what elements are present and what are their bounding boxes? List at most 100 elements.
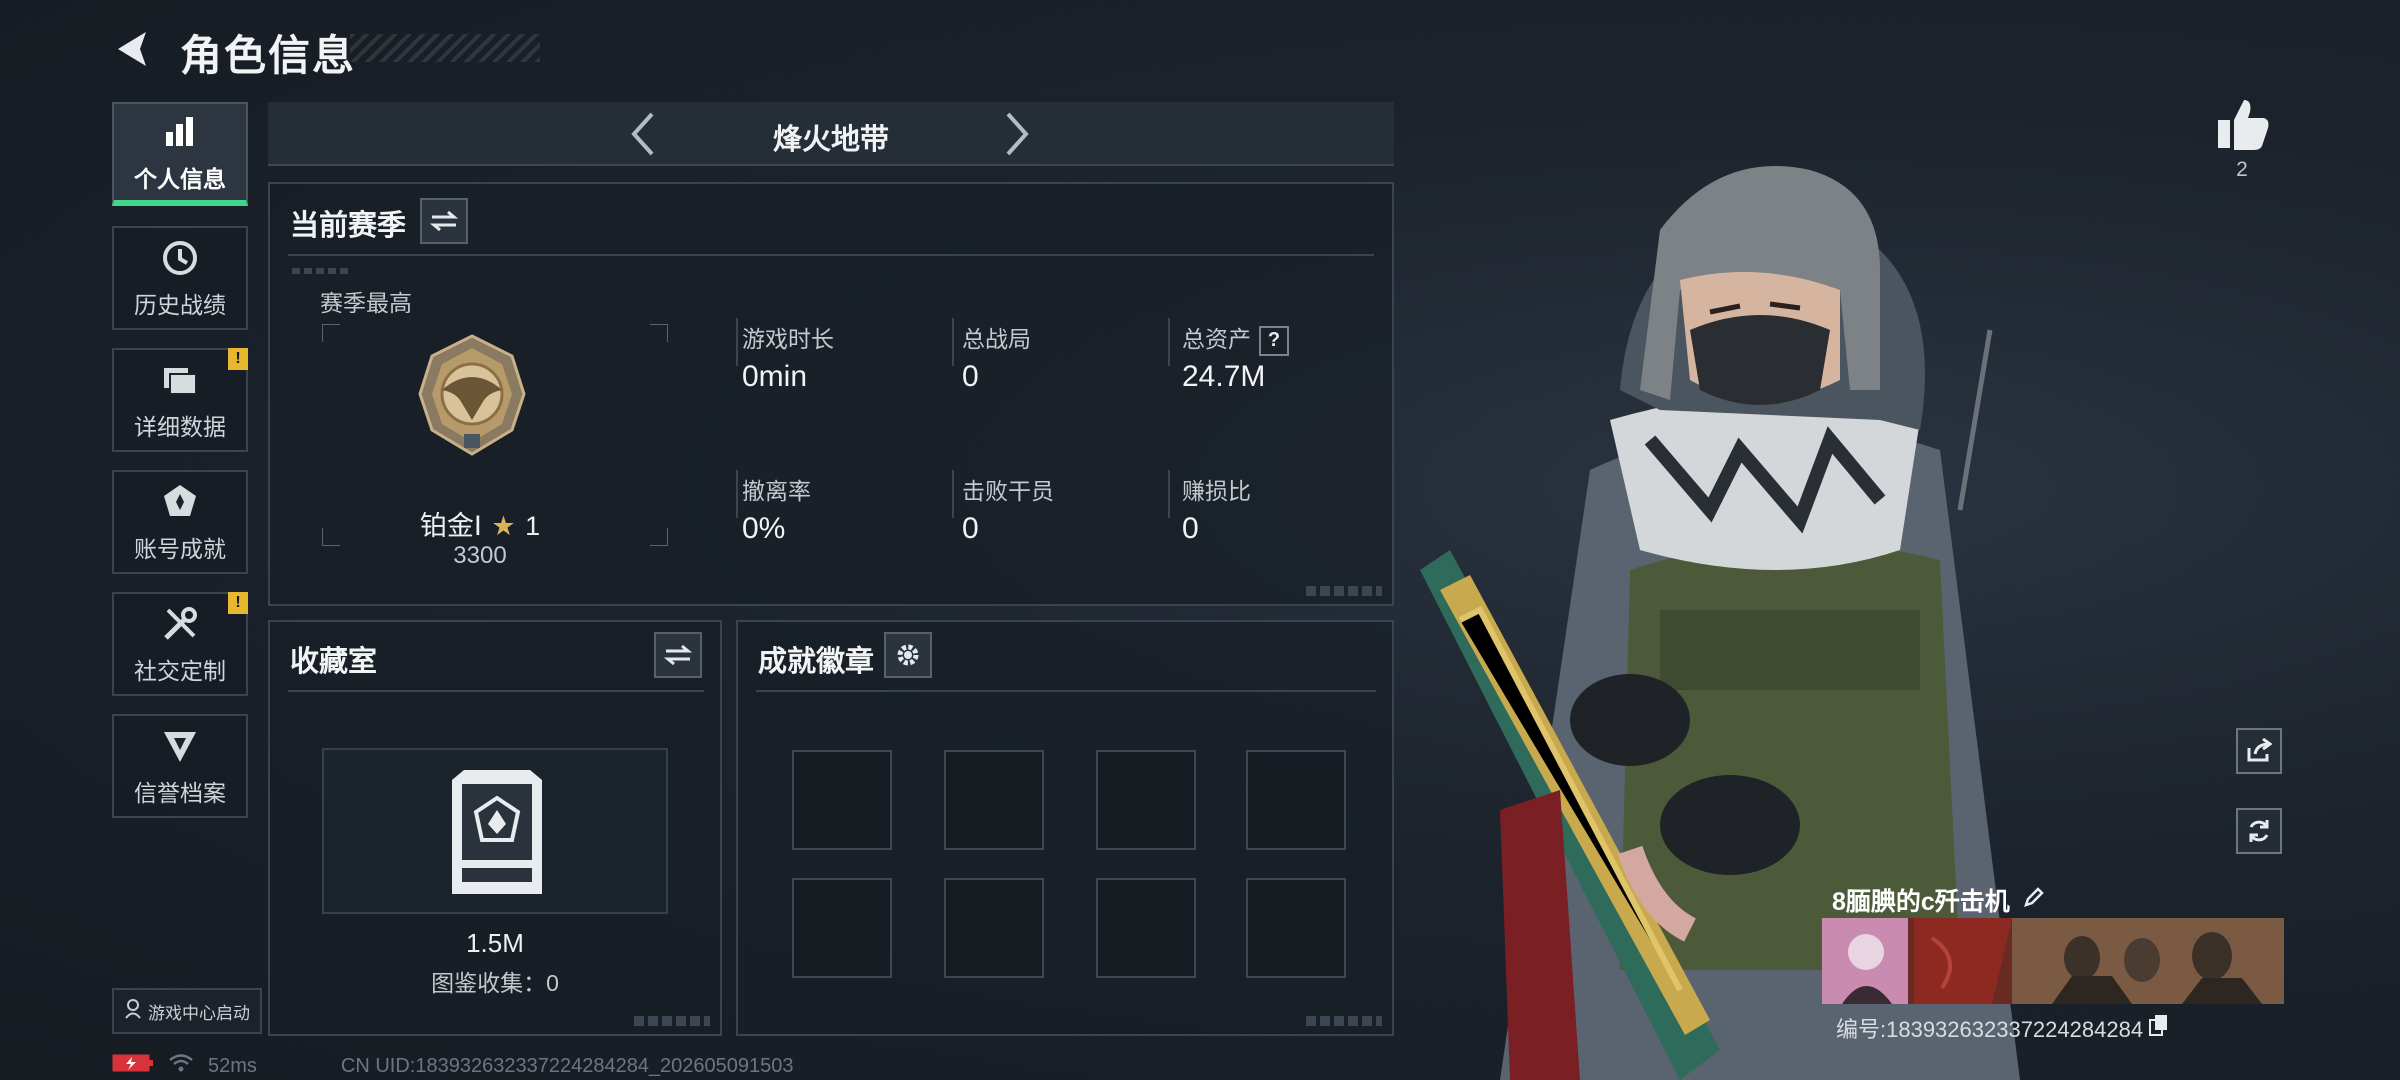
divider: [952, 470, 954, 518]
badge-slot[interactable]: [944, 878, 1044, 978]
thumbs-up-icon: [2218, 100, 2269, 150]
decoration: [292, 268, 350, 274]
season-best-label: 赛季最高: [320, 290, 412, 316]
player-id: 编号:1839326323372242842​84: [1836, 1017, 2144, 1042]
stat-value: 0: [962, 360, 979, 393]
catalog-count: 图鉴收集：0: [431, 970, 559, 996]
gear-icon: [897, 644, 919, 666]
sidebar-item-label: 账号成就: [134, 536, 226, 562]
display-case-icon: [452, 770, 542, 894]
back-button[interactable]: [112, 28, 154, 70]
sidebar-item-label: 个人信息: [134, 166, 226, 192]
stat-label-row: 总资产?: [1182, 320, 1289, 356]
stat-value: 0: [1182, 512, 1199, 545]
wifi-icon: [168, 1053, 194, 1079]
achievement-icon: [158, 480, 202, 524]
mode-next-button[interactable]: [994, 110, 1040, 158]
collection-showcase[interactable]: [322, 748, 668, 914]
sidebar-item-detailed-data[interactable]: ! 详细数据: [112, 348, 248, 452]
mode-selector: 烽火地带: [268, 102, 1394, 166]
player-card[interactable]: [1822, 918, 2284, 1004]
refresh-icon: [2249, 820, 2269, 842]
battery-icon: [112, 1052, 154, 1080]
badge-slot[interactable]: [1246, 878, 1346, 978]
divider: [736, 470, 738, 518]
uid-line: CN UID:1839326323372242842​84_2026050915…: [340, 1054, 794, 1077]
badge-slot[interactable]: [944, 750, 1044, 850]
collection-panel: 收藏室 1.5M 图鉴收集：0: [268, 620, 722, 1036]
platinum-rank-emblem: [414, 334, 530, 456]
swap-icon: [430, 210, 458, 232]
achievement-panel: 成就徽章: [736, 620, 1394, 1036]
divider: [952, 318, 954, 366]
reputation-icon: [158, 724, 202, 768]
stat-label: 赚损比: [1182, 478, 1251, 504]
back-arrow-icon: [118, 32, 146, 66]
stat-value: 0: [962, 512, 979, 545]
rank-name-row: 铂金Ⅰ ★ 1: [380, 504, 580, 543]
game-center-launch-button[interactable]: 游戏中心启动: [112, 988, 262, 1034]
tools-icon: [158, 602, 202, 646]
warning-badge: !: [228, 592, 248, 614]
edit-name-button[interactable]: [2022, 885, 2046, 916]
page-title: 角色信息: [180, 32, 357, 79]
badge-slot[interactable]: [1096, 750, 1196, 850]
corner-decoration: [1306, 586, 1382, 596]
season-switch-button[interactable]: [420, 198, 468, 244]
sidebar-item-label: 历史战绩: [134, 292, 226, 318]
sidebar-item-reputation[interactable]: 信誉档案: [112, 714, 248, 818]
stat-label: 击败干员: [962, 478, 1054, 504]
clock-history-icon: [158, 236, 202, 280]
sidebar-item-achievements[interactable]: 账号成就: [112, 470, 248, 574]
share-icon: [2247, 738, 2273, 762]
badge-slot[interactable]: [792, 750, 892, 850]
divider: [756, 690, 1376, 692]
badge-slot[interactable]: [792, 878, 892, 978]
achievement-title: 成就徽章: [758, 646, 875, 678]
user-icon: [124, 998, 142, 1024]
rank-stars: 1: [525, 511, 541, 541]
rank-points: 3300: [453, 542, 507, 569]
divider: [736, 318, 738, 366]
player-name-row: 8腼腆的c歼击机: [1832, 882, 2046, 918]
mode-title: 烽火地带: [772, 124, 889, 156]
stat-value: 0%: [742, 512, 786, 545]
sidebar-item-social-custom[interactable]: ! 社交定制: [112, 592, 248, 696]
player-id-row: 编号:1839326323372242842​84: [1836, 1012, 2169, 1044]
stat-label: 游戏时长: [742, 326, 834, 352]
divider: [288, 254, 1374, 256]
achievement-settings-button[interactable]: [884, 632, 932, 678]
pencil-icon: [2023, 886, 2044, 907]
sidebar-item-label: 信誉档案: [134, 780, 226, 806]
sidebar-item-label: 详细数据: [134, 414, 226, 440]
season-title: 当前赛季: [290, 210, 407, 242]
badge-slot[interactable]: [1246, 750, 1346, 850]
sidebar-item-personal-info[interactable]: 个人信息: [112, 102, 248, 206]
divider: [1168, 318, 1170, 366]
stat-value: 24.7M: [1182, 360, 1266, 393]
stat-label: 总战局: [962, 326, 1031, 352]
help-button[interactable]: ?: [1259, 325, 1289, 356]
season-panel: 当前赛季 赛季最高 铂金Ⅰ ★ 1 3300 游戏时长 0min 总战局 0 总…: [268, 182, 1394, 606]
badge-slot[interactable]: [1096, 878, 1196, 978]
corner-decoration: [634, 1016, 710, 1026]
like-button[interactable]: [2212, 96, 2272, 152]
folders-icon: [158, 358, 202, 402]
swap-icon: [664, 644, 692, 666]
copy-button[interactable]: [2149, 1014, 2169, 1042]
refresh-button[interactable]: [2236, 808, 2282, 854]
sidebar-item-label: 社交定制: [134, 658, 226, 684]
corner-decoration: [1306, 1016, 1382, 1026]
collection-switch-button[interactable]: [654, 632, 702, 678]
sidebar-item-match-history[interactable]: 历史战绩: [112, 226, 248, 330]
player-name: 8腼腆的c歼击机: [1832, 888, 2010, 916]
share-button[interactable]: [2236, 728, 2282, 774]
bar-chart-icon: [158, 110, 202, 154]
copy-icon: [2149, 1015, 2168, 1036]
chevron-right-icon: [1006, 112, 1029, 156]
stat-label: 撤离率: [742, 478, 811, 504]
launch-label: 游戏中心启动: [148, 1003, 250, 1023]
divider: [288, 690, 704, 692]
divider: [1168, 470, 1170, 518]
rank-name: 铂金Ⅰ: [419, 511, 482, 541]
